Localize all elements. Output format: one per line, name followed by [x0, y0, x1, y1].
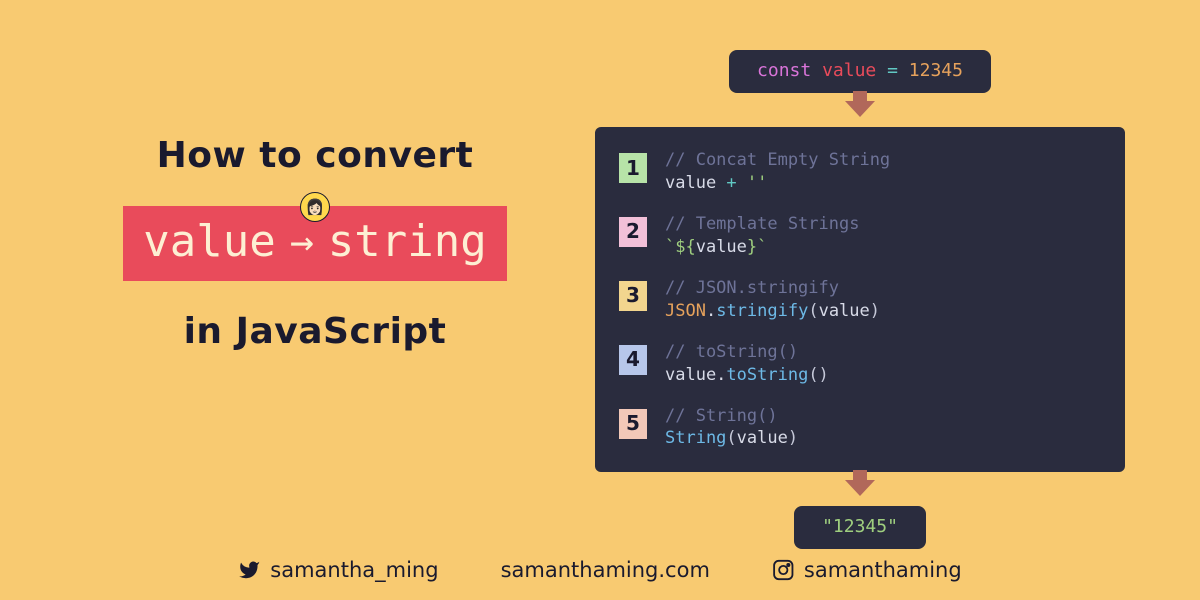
code-line: value.toString() [665, 364, 829, 387]
conversion-pill: 👩🏻 value → string [123, 206, 507, 281]
social-footer: samantha_ming samanthaming.com samantham… [238, 558, 961, 582]
code-line: String(value) [665, 427, 798, 450]
twitter-icon [238, 559, 260, 581]
methods-panel: 1 // Concat Empty Stringvalue + '' 2 // Tem… [595, 127, 1125, 472]
method-code: // toString()value.toString() [665, 341, 829, 387]
code-line: value + '' [665, 172, 890, 195]
arrow-right-icon: → [290, 222, 314, 262]
twitter-handle: samantha_ming [270, 558, 438, 582]
method-code: // Concat Empty Stringvalue + '' [665, 149, 890, 195]
code-line: JSON.stringify(value) [665, 300, 880, 323]
pill-string-text: string [328, 216, 487, 267]
code-comment: // Concat Empty String [665, 149, 890, 172]
website-url: samanthaming.com [501, 558, 710, 582]
method-number-badge: 5 [619, 409, 647, 439]
method-code: // Template Strings`${value}` [665, 213, 859, 259]
method-row: 2 // Template Strings`${value}` [619, 213, 1097, 259]
method-code: // String()String(value) [665, 405, 798, 451]
method-row: 3 // JSON.stringifyJSON.stringify(value) [619, 277, 1097, 323]
code-comment: // JSON.stringify [665, 277, 880, 300]
method-row: 4 // toString()value.toString() [619, 341, 1097, 387]
operator-equals: = [887, 60, 898, 81]
pill-value-text: value [143, 216, 275, 267]
instagram-icon [772, 559, 794, 581]
code-comment: // Template Strings [665, 213, 859, 236]
avatar-icon: 👩🏻 [300, 192, 330, 222]
method-row: 1 // Concat Empty Stringvalue + '' [619, 149, 1097, 195]
code-diagram: const value = 12345 1 // Concat Empty Str… [595, 50, 1125, 549]
title-block: How to convert 👩🏻 value → string in Java… [100, 135, 530, 352]
method-number-badge: 3 [619, 281, 647, 311]
instagram-handle: samanthaming [804, 558, 962, 582]
number-literal: 12345 [909, 60, 963, 81]
keyword-const: const [757, 60, 811, 81]
title-line-2: in JavaScript [100, 311, 530, 352]
title-line-1: How to convert [100, 135, 530, 176]
result-box: "12345" [794, 506, 926, 549]
code-comment: // String() [665, 405, 798, 428]
flow-arrow-bottom [595, 472, 1125, 500]
var-name: value [822, 60, 876, 81]
method-row: 5 // String()String(value) [619, 405, 1097, 451]
code-comment: // toString() [665, 341, 829, 364]
flow-arrow-top [595, 93, 1125, 121]
social-website[interactable]: samanthaming.com [501, 558, 710, 582]
code-line: `${value}` [665, 236, 859, 259]
method-code: // JSON.stringifyJSON.stringify(value) [665, 277, 880, 323]
social-twitter[interactable]: samantha_ming [238, 558, 438, 582]
social-instagram[interactable]: samanthaming [772, 558, 962, 582]
declaration-box: const value = 12345 [729, 50, 991, 93]
method-number-badge: 4 [619, 345, 647, 375]
method-number-badge: 2 [619, 217, 647, 247]
method-number-badge: 1 [619, 153, 647, 183]
